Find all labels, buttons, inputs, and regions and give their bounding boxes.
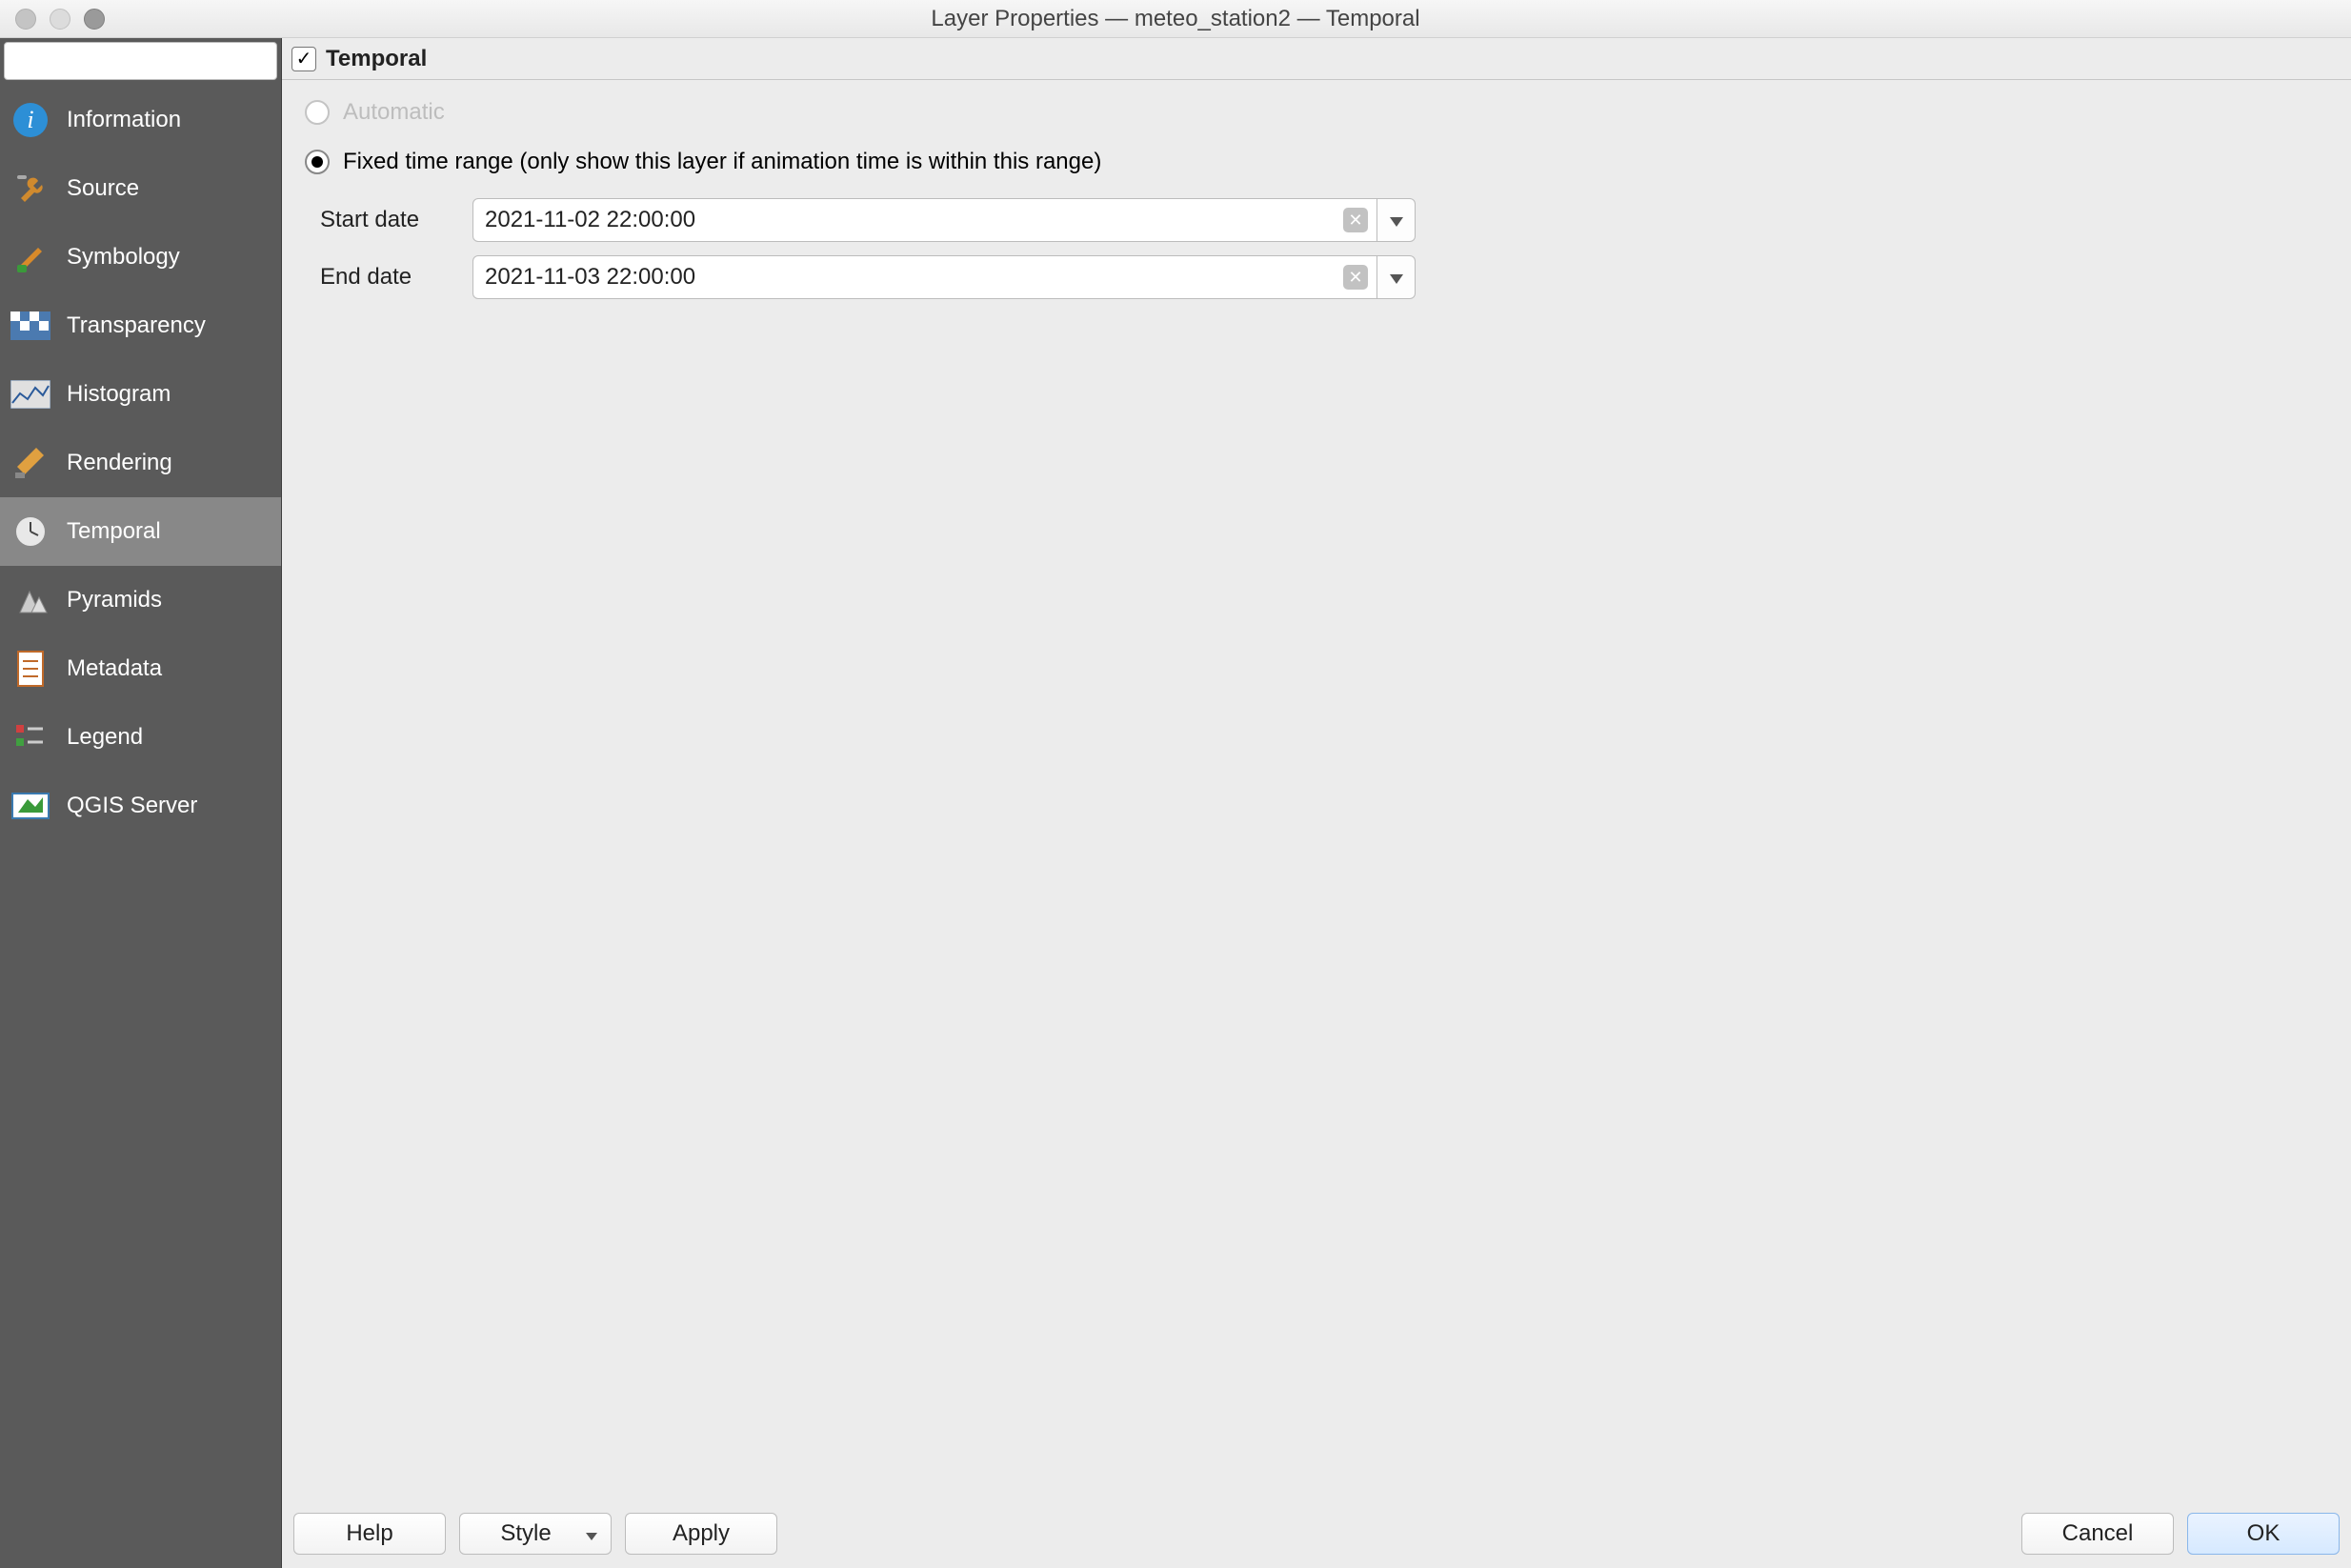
histogram-icon	[10, 373, 51, 415]
window-title: Layer Properties — meteo_station2 — Temp…	[0, 6, 2351, 32]
sidebar-item-histogram[interactable]: Histogram	[0, 360, 281, 429]
dialog-footer: Help Style Apply Cancel OK	[282, 1511, 2351, 1568]
radio-automatic-label: Automatic	[343, 99, 445, 126]
sidebar-item-qgis-server[interactable]: QGIS Server	[0, 772, 281, 840]
panel-title: Temporal	[326, 46, 427, 72]
start-date-input[interactable]	[472, 198, 1377, 242]
sidebar-item-transparency[interactable]: Transparency	[0, 291, 281, 360]
chevron-down-icon	[1390, 207, 1403, 233]
chevron-down-icon	[1390, 264, 1403, 291]
sidebar-item-temporal[interactable]: Temporal	[0, 497, 281, 566]
main-panel: ✓ Temporal Automatic Fixed time range (o…	[282, 38, 2351, 1568]
sidebar-item-label: Pyramids	[67, 587, 162, 613]
sidebar-item-label: Source	[67, 175, 139, 202]
pyramids-icon	[10, 579, 51, 621]
radio-option-fixed[interactable]: Fixed time range (only show this layer i…	[305, 149, 2332, 175]
sidebar-item-source[interactable]: Source	[0, 154, 281, 223]
window-titlebar: Layer Properties — meteo_station2 — Temp…	[0, 0, 2351, 38]
minimize-window-button[interactable]	[50, 9, 70, 30]
start-date-label: Start date	[320, 198, 453, 242]
radio-option-automatic: Automatic	[305, 99, 2332, 126]
sidebar-item-label: Temporal	[67, 518, 161, 545]
end-date-clear-button[interactable]: ✕	[1343, 265, 1368, 290]
radio-fixed-label: Fixed time range (only show this layer i…	[343, 149, 1101, 175]
paint-roller-icon	[10, 442, 51, 484]
clear-icon: ✕	[1348, 211, 1362, 231]
checkmark-icon: ✓	[296, 47, 312, 70]
maximize-window-button[interactable]	[84, 9, 105, 30]
sidebar-item-label: Symbology	[67, 244, 180, 271]
sidebar-item-label: Rendering	[67, 450, 172, 476]
end-date-dropdown-button[interactable]	[1377, 255, 1416, 299]
brush-icon	[10, 236, 51, 278]
ok-button[interactable]: OK	[2187, 1513, 2340, 1555]
sidebar-item-symbology[interactable]: Symbology	[0, 223, 281, 291]
sidebar-item-information[interactable]: i Information	[0, 86, 281, 154]
sidebar-item-label: Metadata	[67, 655, 162, 682]
radio-fixed[interactable]	[305, 150, 330, 174]
sidebar-item-legend[interactable]: Legend	[0, 703, 281, 772]
sidebar-item-label: Histogram	[67, 381, 171, 408]
server-icon	[10, 785, 51, 827]
start-date-dropdown-button[interactable]	[1377, 198, 1416, 242]
clear-icon: ✕	[1348, 268, 1362, 288]
cancel-button[interactable]: Cancel	[2021, 1513, 2174, 1555]
radio-automatic	[305, 100, 330, 125]
wrench-icon	[10, 168, 51, 210]
start-date-clear-button[interactable]: ✕	[1343, 208, 1368, 232]
chevron-down-icon	[586, 1520, 597, 1547]
sidebar-item-label: QGIS Server	[67, 793, 197, 819]
sidebar-item-rendering[interactable]: Rendering	[0, 429, 281, 497]
panel-header: ✓ Temporal	[282, 38, 2351, 80]
sidebar-item-metadata[interactable]: Metadata	[0, 634, 281, 703]
sidebar-item-pyramids[interactable]: Pyramids	[0, 566, 281, 634]
sidebar-search-input[interactable]	[4, 42, 277, 80]
clock-icon	[10, 511, 51, 553]
close-window-button[interactable]	[15, 9, 36, 30]
window-controls	[0, 9, 105, 30]
sidebar: i Information Source Symbology Transpare…	[0, 38, 282, 1568]
info-icon: i	[10, 99, 51, 141]
style-button[interactable]: Style	[459, 1513, 612, 1555]
svg-text:i: i	[27, 106, 33, 133]
apply-button[interactable]: Apply	[625, 1513, 777, 1555]
sidebar-item-label: Transparency	[67, 312, 206, 339]
sidebar-item-label: Legend	[67, 724, 143, 751]
sidebar-item-label: Information	[67, 107, 181, 133]
transparency-icon	[10, 305, 51, 347]
end-date-label: End date	[320, 255, 453, 299]
temporal-enable-checkbox[interactable]: ✓	[291, 47, 316, 71]
end-date-input[interactable]	[472, 255, 1377, 299]
legend-icon	[10, 716, 51, 758]
document-icon	[10, 648, 51, 690]
help-button[interactable]: Help	[293, 1513, 446, 1555]
